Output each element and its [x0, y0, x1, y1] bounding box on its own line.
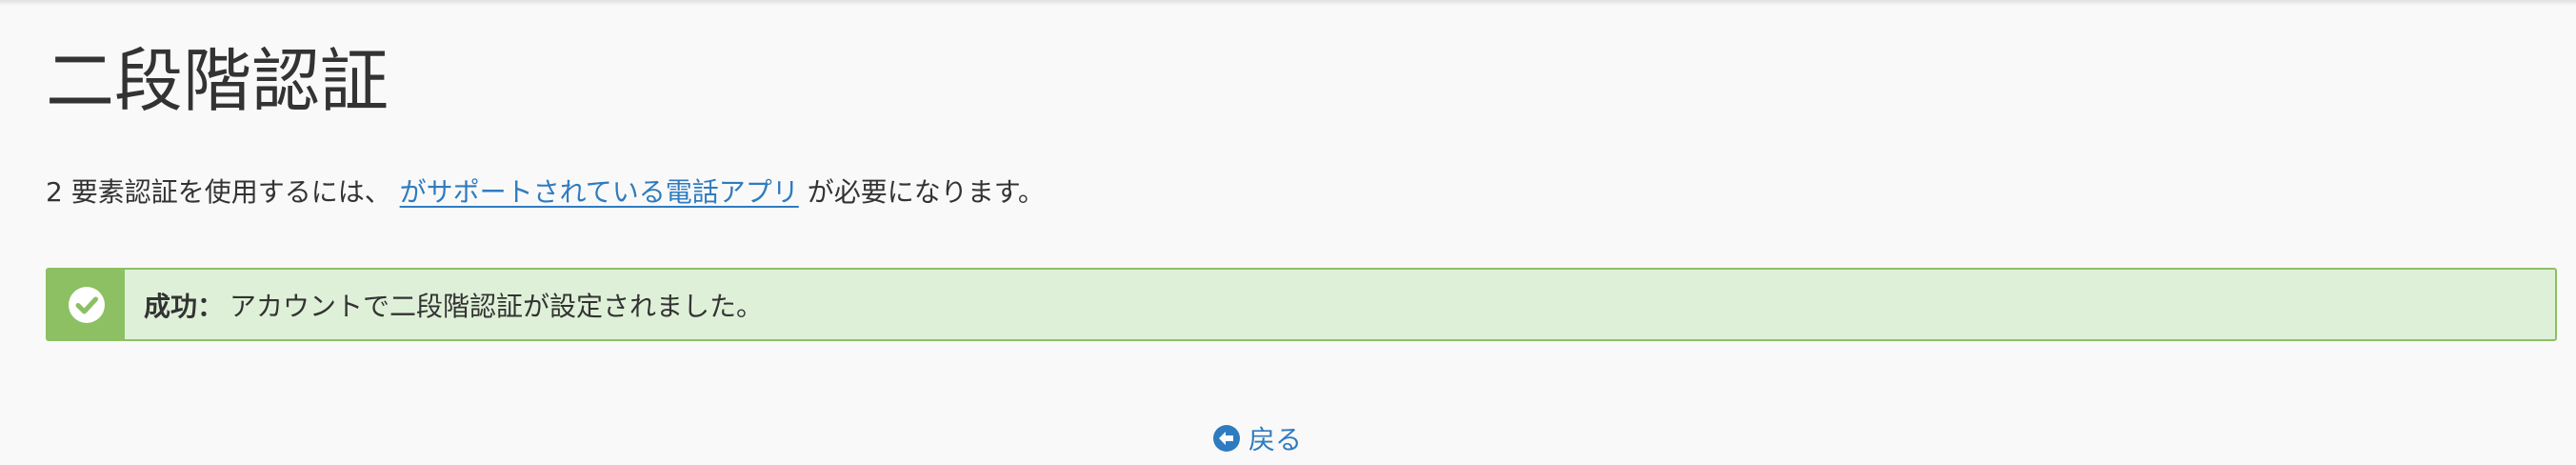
alert-text: 成功： アカウントで二段階認証が設定されました。 — [125, 270, 763, 339]
intro-text: 2 要素認証を使用するには、 がサポートされている電話アプリ が必要になります。 — [46, 172, 1045, 212]
page-title: 二段階認証 — [46, 41, 389, 121]
arrow-left-circle-icon — [1213, 425, 1240, 452]
alert-icon-box — [48, 270, 125, 339]
check-circle-icon — [68, 286, 105, 323]
alert-label: 成功： — [144, 290, 225, 322]
intro-suffix: が必要になります。 — [807, 176, 1045, 208]
back-label: 戻る — [1248, 424, 1303, 455]
back-link[interactable]: 戻る — [1212, 419, 1302, 457]
alert-message: アカウントで二段階認証が設定されました。 — [230, 290, 764, 322]
success-alert: 成功： アカウントで二段階認証が設定されました。 — [46, 268, 2557, 341]
intro-prefix: 2 要素認証を使用するには、 — [46, 176, 391, 208]
supported-phone-apps-link[interactable]: がサポートされている電話アプリ — [400, 176, 799, 208]
top-shadow — [0, 0, 2576, 6]
